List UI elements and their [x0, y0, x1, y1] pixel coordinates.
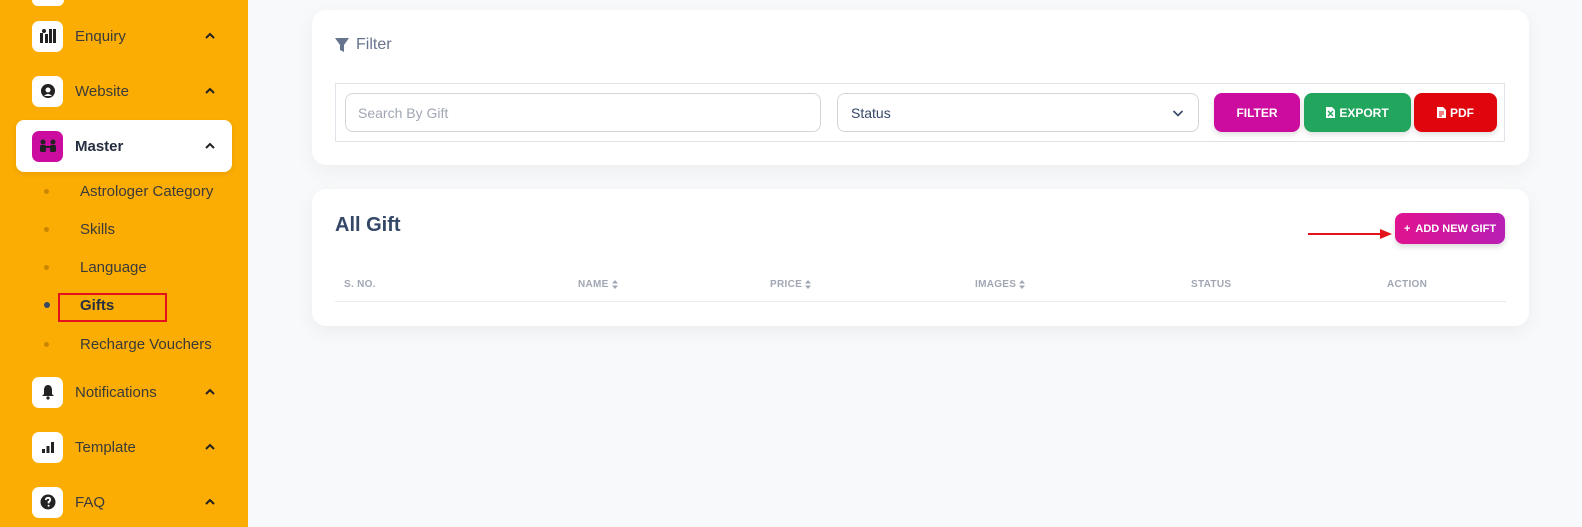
sidebar-item-master[interactable]: Master	[16, 120, 232, 172]
sidebar-subitem-label: Astrologer Category	[80, 182, 214, 200]
pdf-button-label: PDF	[1450, 105, 1474, 120]
highlight-box	[58, 293, 167, 322]
bullet-icon	[44, 264, 49, 270]
sidebar-item-template[interactable]: Template	[16, 421, 232, 473]
pdf-button[interactable]: PDF	[1414, 93, 1497, 132]
website-icon	[32, 75, 63, 107]
annotation-arrow-icon	[1308, 229, 1392, 239]
column-header-label: ACTION	[1387, 279, 1428, 290]
export-button-label: EXPORT	[1339, 105, 1389, 120]
chart-bars-icon	[32, 431, 63, 463]
add-new-gift-button[interactable]: + ADD NEW GIFT	[1395, 213, 1505, 244]
filter-card: Filter Status FILTER EXPORT PDF	[312, 10, 1529, 165]
filter-button-label: FILTER	[1236, 105, 1278, 120]
sidebar-item-label: FAQ	[75, 493, 106, 511]
page-title: All Gift	[335, 214, 401, 236]
funnel-icon	[335, 38, 349, 52]
column-header-status: STATUS	[1191, 279, 1231, 290]
bell-icon	[32, 376, 63, 408]
plus-icon: +	[1403, 222, 1411, 235]
column-header-action: ACTION	[1387, 279, 1427, 290]
bullet-icon	[44, 302, 50, 308]
sidebar-item-website[interactable]: Website	[16, 65, 232, 117]
sidebar: Enquiry Website Master Astrologer Catego…	[0, 0, 248, 527]
export-button[interactable]: EXPORT	[1304, 93, 1411, 132]
sidebar-item-label: Enquiry	[75, 27, 126, 45]
sort-icon	[611, 280, 618, 289]
column-header-label: S. NO.	[344, 279, 376, 290]
file-pdf-icon	[1437, 107, 1446, 118]
filter-bar: Status FILTER EXPORT PDF	[335, 83, 1505, 142]
column-header-name[interactable]: NAME	[578, 279, 618, 290]
sidebar-item-partial	[32, 0, 64, 6]
file-excel-icon	[1326, 107, 1336, 118]
filter-heading: Filter	[334, 36, 392, 54]
chevron-up-icon	[205, 142, 215, 149]
column-header-label: IMAGES	[975, 279, 1017, 290]
sidebar-subitem-label: Recharge Vouchers	[80, 335, 212, 353]
sidebar-item-label: Website	[75, 82, 129, 100]
filter-button[interactable]: FILTER	[1214, 93, 1300, 132]
column-header-label: PRICE	[770, 279, 803, 290]
sidebar-item-faq[interactable]: FAQ	[16, 476, 232, 527]
sort-icon	[805, 280, 812, 289]
column-header-label: STATUS	[1191, 279, 1232, 290]
sidebar-item-label: Template	[75, 438, 136, 456]
sort-icon	[1019, 280, 1026, 289]
enquiry-icon	[32, 20, 63, 52]
sidebar-item-label: Notifications	[75, 383, 157, 401]
sidebar-subitem-label: Skills	[80, 220, 116, 238]
column-header-images[interactable]: IMAGES	[975, 279, 1026, 290]
sidebar-item-notifications[interactable]: Notifications	[16, 366, 232, 418]
table-header: S. NO. NAME PRICE IMAGES STATUS ACTION	[335, 272, 1506, 302]
question-icon	[32, 486, 63, 518]
column-header-label: NAME	[578, 279, 609, 290]
column-header-price[interactable]: PRICE	[770, 279, 812, 290]
gift-list-card: All Gift + ADD NEW GIFT S. NO. NAME PRIC…	[312, 189, 1529, 326]
master-icon	[32, 130, 63, 162]
sidebar-item-label: Master	[75, 137, 124, 155]
bullet-icon	[44, 341, 49, 347]
bullet-icon	[44, 188, 49, 194]
chevron-up-icon	[205, 32, 215, 39]
chevron-up-icon	[205, 388, 215, 395]
search-input[interactable]	[345, 93, 821, 132]
bullet-icon	[44, 226, 49, 232]
column-header-sno[interactable]: S. NO.	[344, 279, 376, 290]
sidebar-item-enquiry[interactable]: Enquiry	[16, 10, 232, 62]
status-select-value: Status	[851, 104, 891, 121]
filter-title: Filter	[356, 36, 392, 53]
sidebar-subitem-label: Language	[80, 258, 147, 276]
chevron-up-icon	[205, 443, 215, 450]
chevron-down-icon	[1172, 110, 1184, 117]
chevron-up-icon	[205, 498, 215, 505]
chevron-up-icon	[205, 87, 215, 94]
status-select[interactable]: Status	[837, 93, 1199, 132]
add-new-gift-label: ADD NEW GIFT	[1415, 222, 1497, 235]
